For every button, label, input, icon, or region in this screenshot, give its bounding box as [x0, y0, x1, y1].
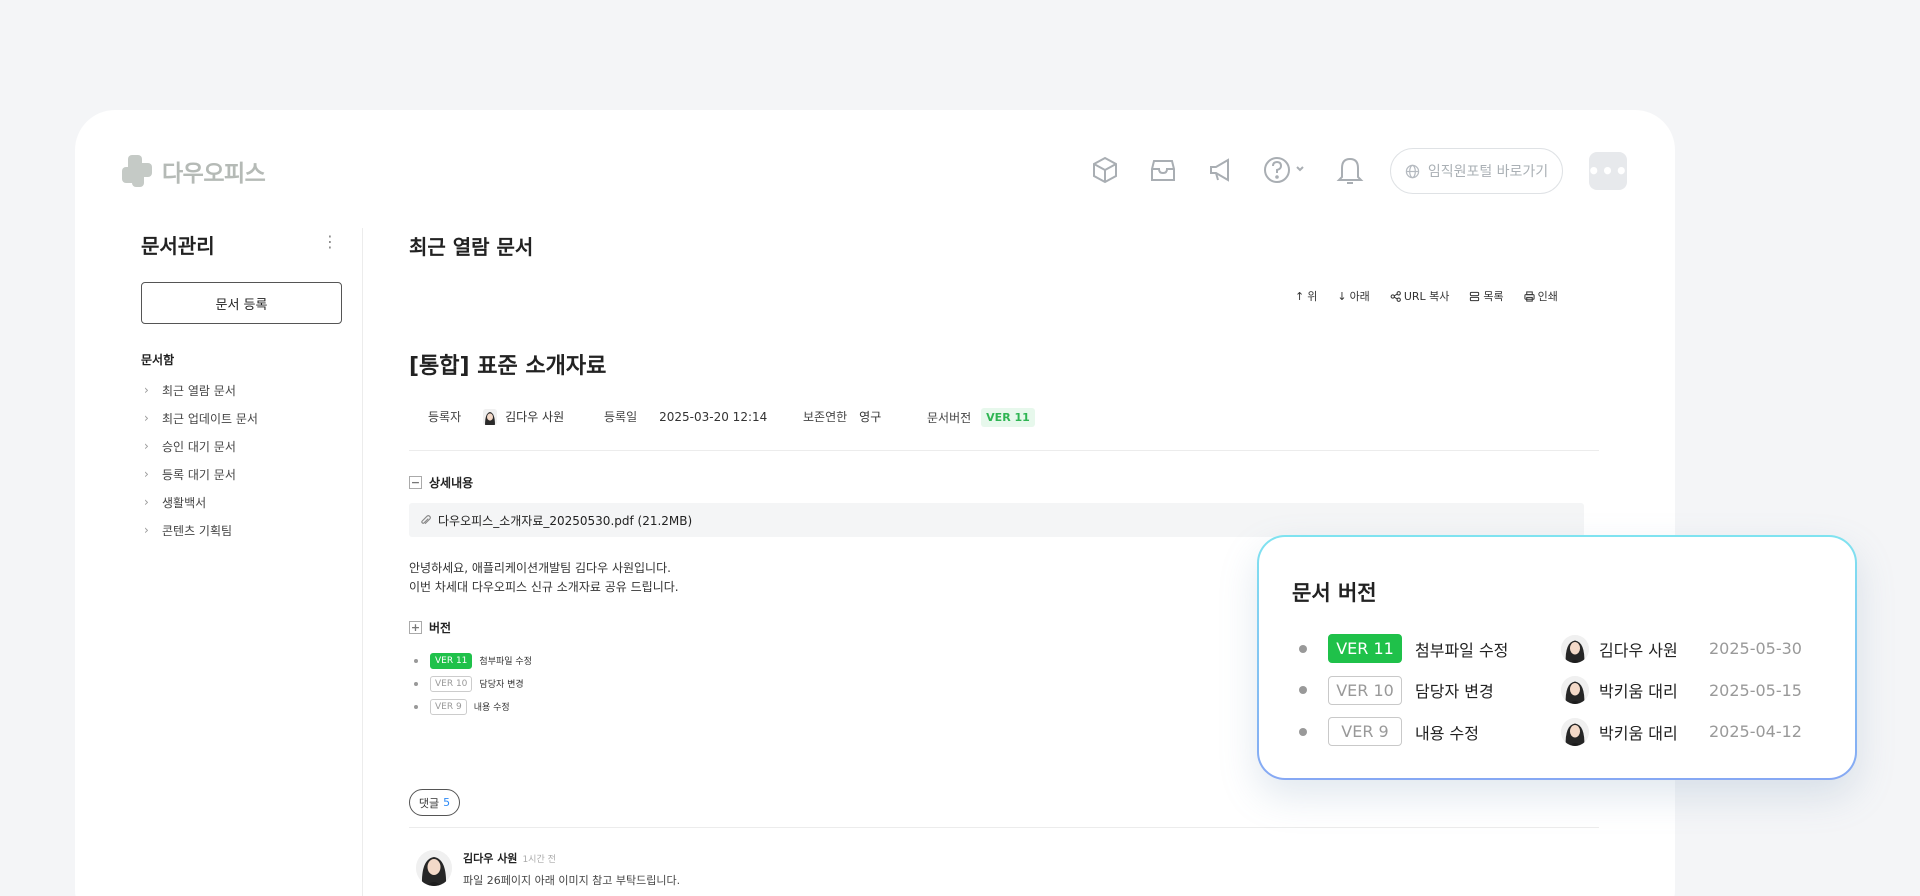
document-body: 안녕하세요, 애플리케이션개발팀 김다우 사원입니다. 이번 차세대 다우오피스…	[409, 561, 679, 594]
version-desc: 담당자 변경	[1415, 682, 1494, 702]
version-desc: 첨부파일 수정	[1415, 640, 1509, 660]
version-date: 2025-04-12	[1709, 722, 1802, 742]
version-item[interactable]: VER 9 내용 수정	[414, 695, 532, 718]
version-desc: 내용 수정	[1415, 723, 1479, 743]
version-user: 박키움 대리	[1599, 723, 1678, 743]
divider	[409, 827, 1599, 828]
paperclip-icon	[421, 514, 431, 524]
comment-count: 5	[443, 796, 451, 809]
detail-section-header[interactable]: − 상세내용	[409, 474, 473, 491]
divider	[409, 450, 1599, 451]
comment-text: 파일 26페이지 아래 이미지 참고 부탁드립니다.	[463, 874, 681, 887]
sidebar-list: › 최근 열람 문서 › 최근 업데이트 문서 › 승인 대기 문서 › 등록 대기 문…	[141, 376, 258, 544]
sidebar-item[interactable]: › 등록 대기 문서	[141, 460, 258, 488]
version-date: 2025-05-30	[1709, 639, 1802, 659]
meta-version: 문서버전 VER 11	[927, 408, 1035, 427]
print-button[interactable]: 인쇄	[1524, 288, 1558, 304]
chevron-right-icon: ›	[144, 467, 149, 481]
avatar	[1561, 634, 1589, 663]
meta-date: 등록일 2025-03-20 12:14	[604, 409, 768, 425]
chevron-right-icon: ›	[144, 523, 149, 537]
up-button[interactable]: ↑ 위	[1295, 288, 1317, 304]
document-title: [통합] 표준 소개자료	[409, 354, 607, 379]
printer-icon	[1524, 290, 1535, 302]
expand-icon: +	[409, 621, 422, 634]
sidebar-item[interactable]: › 콘텐츠 기획팀	[141, 516, 258, 544]
version-item[interactable]: VER 10 담당자 변경	[414, 672, 532, 695]
avatar	[416, 850, 452, 886]
portal-button[interactable]: 임직원포털 바로가기	[1390, 148, 1563, 194]
version-user: 김다우 사원	[1599, 640, 1678, 660]
cube-icon[interactable]	[1088, 153, 1122, 187]
archive-icon[interactable]	[1146, 153, 1180, 187]
version-user: 박키움 대리	[1599, 682, 1678, 702]
version-card-title: 문서 버전	[1292, 581, 1377, 605]
version-badge: VER 11	[981, 408, 1035, 427]
logo-mark-icon	[122, 155, 154, 187]
sidebar-divider	[362, 228, 363, 896]
version-popup-card: 문서 버전 VER 11 첨부파일 수정 김다우 사원 2025-05-30 V…	[1257, 535, 1857, 780]
bell-icon[interactable]	[1333, 153, 1367, 187]
list-button[interactable]: 목록	[1469, 288, 1504, 304]
sidebar-item[interactable]: › 최근 열람 문서	[141, 376, 258, 404]
kebab-menu-icon[interactable]: ⋮	[322, 232, 338, 251]
avatar	[1561, 717, 1589, 746]
down-button[interactable]: ↓ 아래	[1337, 288, 1369, 304]
meta-retention: 보존연한 영구	[803, 410, 882, 424]
version-card-row[interactable]: VER 9 내용 수정 박키움 대리 2025-04-12	[1299, 711, 1802, 753]
doc-toolbar: ↑ 위 ↓ 아래 URL 복사 목록 인쇄	[1295, 288, 1558, 304]
attachment-name: 다우오피스_소개자료_20250530.pdf (21.2MB)	[438, 513, 693, 528]
register-document-button[interactable]: 문서 등록	[141, 282, 342, 324]
sidebar-item[interactable]: › 최근 업데이트 문서	[141, 404, 258, 432]
more-button[interactable]: •••	[1587, 152, 1628, 190]
list-icon	[1470, 291, 1480, 301]
sidebar-item[interactable]: › 생활백서	[141, 488, 258, 516]
page-title: 최근 열람 문서	[409, 235, 534, 259]
arrow-down-icon: ↓	[1337, 289, 1347, 303]
comment-time: 1시간 전	[522, 855, 556, 865]
version-tag: VER 10	[1328, 675, 1402, 705]
url-copy-button[interactable]: URL 복사	[1390, 288, 1449, 304]
version-tag: VER 9	[430, 698, 467, 715]
sidebar-section-label: 문서함	[141, 353, 175, 367]
comments-toggle-button[interactable]: 댓글 5	[409, 789, 460, 816]
help-icon[interactable]	[1261, 153, 1311, 187]
version-tag: VER 10	[430, 675, 473, 692]
sidebar-item[interactable]: › 승인 대기 문서	[141, 432, 258, 460]
meta-author: 등록자 김다우 사원	[428, 408, 565, 425]
logo[interactable]: 다우오피스	[122, 154, 266, 188]
version-card-row[interactable]: VER 11 첨부파일 수정 김다우 사원 2025-05-30	[1299, 628, 1802, 670]
avatar	[1561, 676, 1589, 705]
chevron-right-icon: ›	[144, 411, 149, 425]
sidebar-title: 문서관리	[141, 234, 215, 258]
version-card-list: VER 11 첨부파일 수정 김다우 사원 2025-05-30 VER 10 …	[1299, 628, 1802, 753]
chevron-right-icon: ›	[144, 439, 149, 453]
version-tag: VER 11	[1328, 634, 1402, 664]
version-date: 2025-05-15	[1709, 680, 1802, 700]
version-tag: VER 11	[430, 652, 473, 669]
arrow-up-icon: ↑	[1295, 289, 1305, 303]
comment-author: 김다우 사원	[463, 852, 518, 865]
share-icon	[1390, 290, 1401, 302]
version-tag: VER 9	[1328, 717, 1402, 747]
chevron-right-icon: ›	[144, 383, 149, 397]
comment-item: 김다우 사원 1시간 전 파일 26페이지 아래 이미지 참고 부탁드립니다.	[416, 850, 680, 888]
logo-text: 다우오피스	[162, 161, 266, 187]
version-card-row[interactable]: VER 10 담당자 변경 박키움 대리 2025-05-15	[1299, 670, 1802, 712]
collapse-icon: −	[409, 476, 422, 489]
chevron-right-icon: ›	[144, 495, 149, 509]
version-item[interactable]: VER 11 첨부파일 수정	[414, 649, 532, 672]
version-section-header[interactable]: + 버전	[409, 619, 451, 636]
version-list: VER 11 첨부파일 수정 VER 10 담당자 변경 VER 9 내용 수정	[414, 649, 532, 718]
avatar	[483, 408, 498, 425]
megaphone-icon[interactable]	[1204, 153, 1238, 187]
portal-label: 임직원포털 바로가기	[1427, 164, 1549, 180]
attachment-row[interactable]: 다우오피스_소개자료_20250530.pdf (21.2MB)	[409, 503, 1584, 537]
globe-icon	[1405, 164, 1420, 178]
